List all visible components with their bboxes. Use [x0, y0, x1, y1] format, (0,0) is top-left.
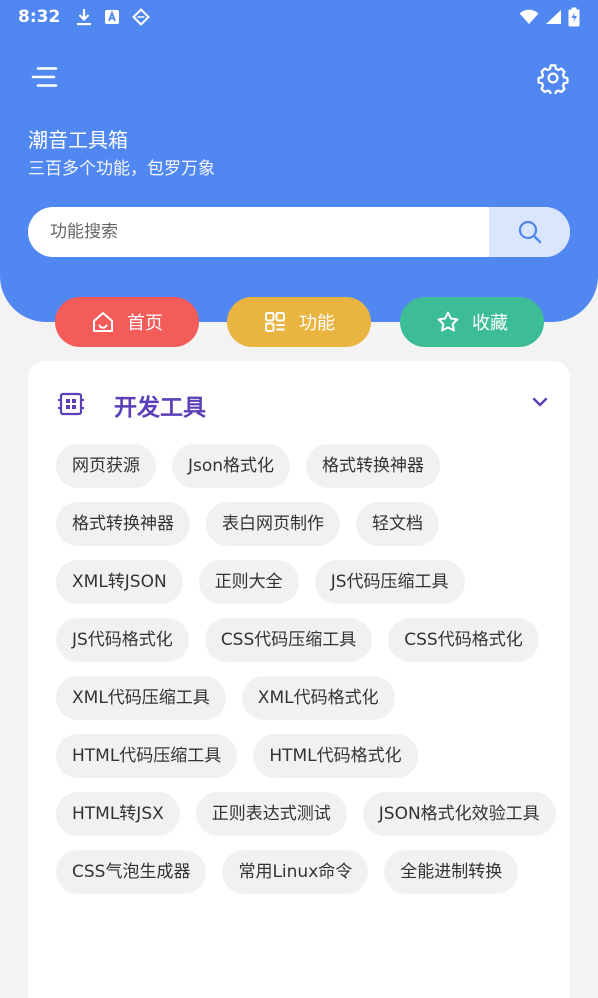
home-icon: [91, 310, 115, 334]
favorites-button[interactable]: 收藏: [400, 297, 544, 347]
category-header[interactable]: 开发工具: [28, 361, 570, 443]
tool-tag[interactable]: Json格式化: [172, 444, 291, 488]
tool-tag[interactable]: HTML转JSX: [56, 792, 180, 836]
tool-tag[interactable]: 常用Linux命令: [222, 850, 369, 894]
system-icons: [519, 7, 580, 27]
settings-button[interactable]: [537, 62, 569, 94]
tool-tag[interactable]: 网页获源: [56, 444, 156, 488]
signal-icon: [545, 9, 562, 25]
tool-tag[interactable]: JS代码格式化: [56, 618, 189, 662]
search-icon: [517, 219, 543, 245]
download-icon: [76, 8, 92, 26]
home-button[interactable]: 首页: [55, 297, 199, 347]
functions-button[interactable]: 功能: [227, 297, 371, 347]
tool-tag[interactable]: CSS代码格式化: [388, 618, 539, 662]
wifi-icon: [519, 9, 539, 25]
tool-tag[interactable]: 轻文档: [356, 502, 439, 546]
gear-icon: [537, 62, 569, 94]
tool-tag[interactable]: 正则表达式测试: [195, 792, 347, 836]
tool-tag[interactable]: JS代码压缩工具: [314, 560, 465, 604]
grid-icon: [263, 310, 287, 334]
tool-category-card: 开发工具 网页获源 Json格式化 格式转换神器 格式转换神器 表白网页制作 轻…: [28, 361, 570, 998]
status-bar: 8:32: [0, 0, 598, 34]
status-time: 8:32: [18, 7, 61, 27]
tool-tag[interactable]: 表白网页制作: [206, 502, 340, 546]
tool-tag[interactable]: XML代码格式化: [241, 676, 395, 720]
tool-tag[interactable]: CSS气泡生成器: [56, 850, 207, 894]
chevron-down-icon[interactable]: [530, 395, 550, 409]
tool-tag[interactable]: JSON格式化效验工具: [362, 792, 556, 836]
tag-icon: [132, 8, 151, 26]
menu-icon: [30, 62, 60, 92]
battery-icon: [568, 7, 580, 27]
search-button[interactable]: [489, 207, 570, 257]
tool-tag[interactable]: 全能进制转换: [384, 850, 519, 894]
search-bar: [28, 207, 570, 257]
tool-tag[interactable]: 格式转换神器: [306, 444, 441, 488]
search-input[interactable]: [28, 207, 489, 257]
chip-icon: [58, 391, 84, 417]
category-title: 开发工具: [114, 395, 206, 421]
app-subtitle: 三百多个功能，包罗万象: [28, 159, 215, 179]
star-icon: [436, 310, 460, 334]
tool-tag[interactable]: HTML代码格式化: [253, 734, 418, 778]
home-label: 首页: [127, 313, 163, 334]
tool-tag[interactable]: XML代码压缩工具: [56, 676, 226, 720]
font-app-icon: [104, 9, 120, 25]
menu-button[interactable]: [30, 62, 60, 92]
tool-tag[interactable]: XML转JSON: [56, 560, 183, 604]
tool-tag[interactable]: HTML代码压缩工具: [56, 734, 238, 778]
tool-tag[interactable]: 正则大全: [198, 560, 299, 604]
functions-label: 功能: [299, 313, 335, 334]
tool-list: 网页获源 Json格式化 格式转换神器 格式转换神器 表白网页制作 轻文档 XM…: [56, 444, 556, 894]
app-title: 潮音工具箱: [28, 128, 128, 152]
notification-icons: [76, 8, 151, 26]
favorites-label: 收藏: [472, 313, 508, 334]
tool-tag[interactable]: 格式转换神器: [56, 502, 190, 546]
tool-tag[interactable]: CSS代码压缩工具: [204, 618, 373, 662]
